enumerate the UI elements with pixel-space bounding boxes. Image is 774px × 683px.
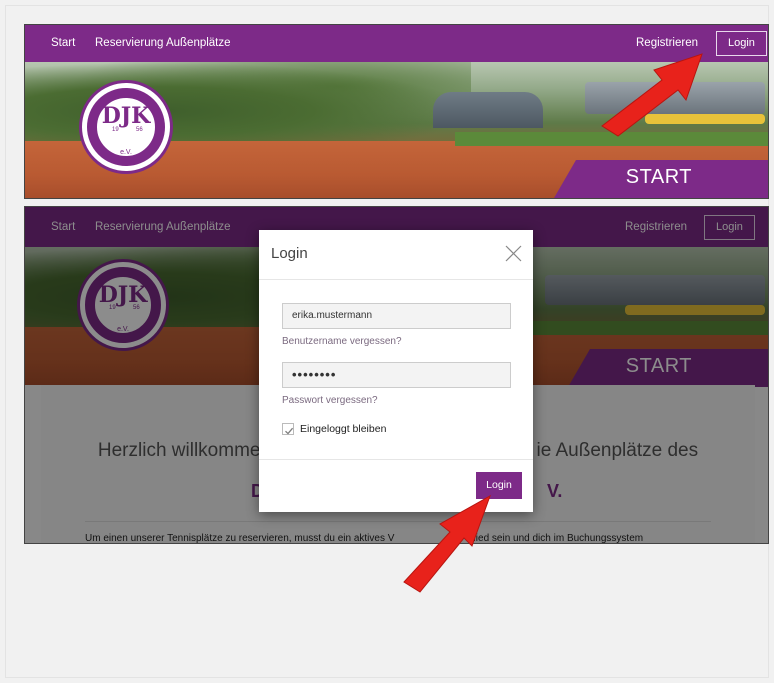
close-icon[interactable] xyxy=(505,245,522,262)
arrow-annotation-icon xyxy=(601,53,703,137)
club-logo: DJK 19 56 e.V. xyxy=(79,80,173,174)
nav-reservation-link[interactable]: Reservierung Außenplätze xyxy=(95,25,231,62)
password-field[interactable]: •••••••• xyxy=(282,362,511,388)
nav-start-link[interactable]: Start xyxy=(51,25,75,62)
remember-me-label: Eingeloggt bleiben xyxy=(300,423,387,435)
forgot-password-link[interactable]: Passwort vergessen? xyxy=(282,395,378,406)
modal-title: Login xyxy=(271,245,308,262)
forgot-username-link[interactable]: Benutzername vergessen? xyxy=(282,336,402,347)
remember-me-checkbox[interactable] xyxy=(282,423,294,435)
arrow-annotation-icon xyxy=(403,494,491,593)
checkmark-icon xyxy=(285,427,294,435)
username-field[interactable]: erika.mustermann xyxy=(282,303,511,329)
login-modal: Login erika.mustermann Benutzername verg… xyxy=(259,230,533,512)
modal-header: Login xyxy=(259,230,533,280)
start-tab: START xyxy=(554,160,768,198)
start-tab-label: START xyxy=(625,166,692,188)
modal-footer-divider xyxy=(259,459,533,460)
